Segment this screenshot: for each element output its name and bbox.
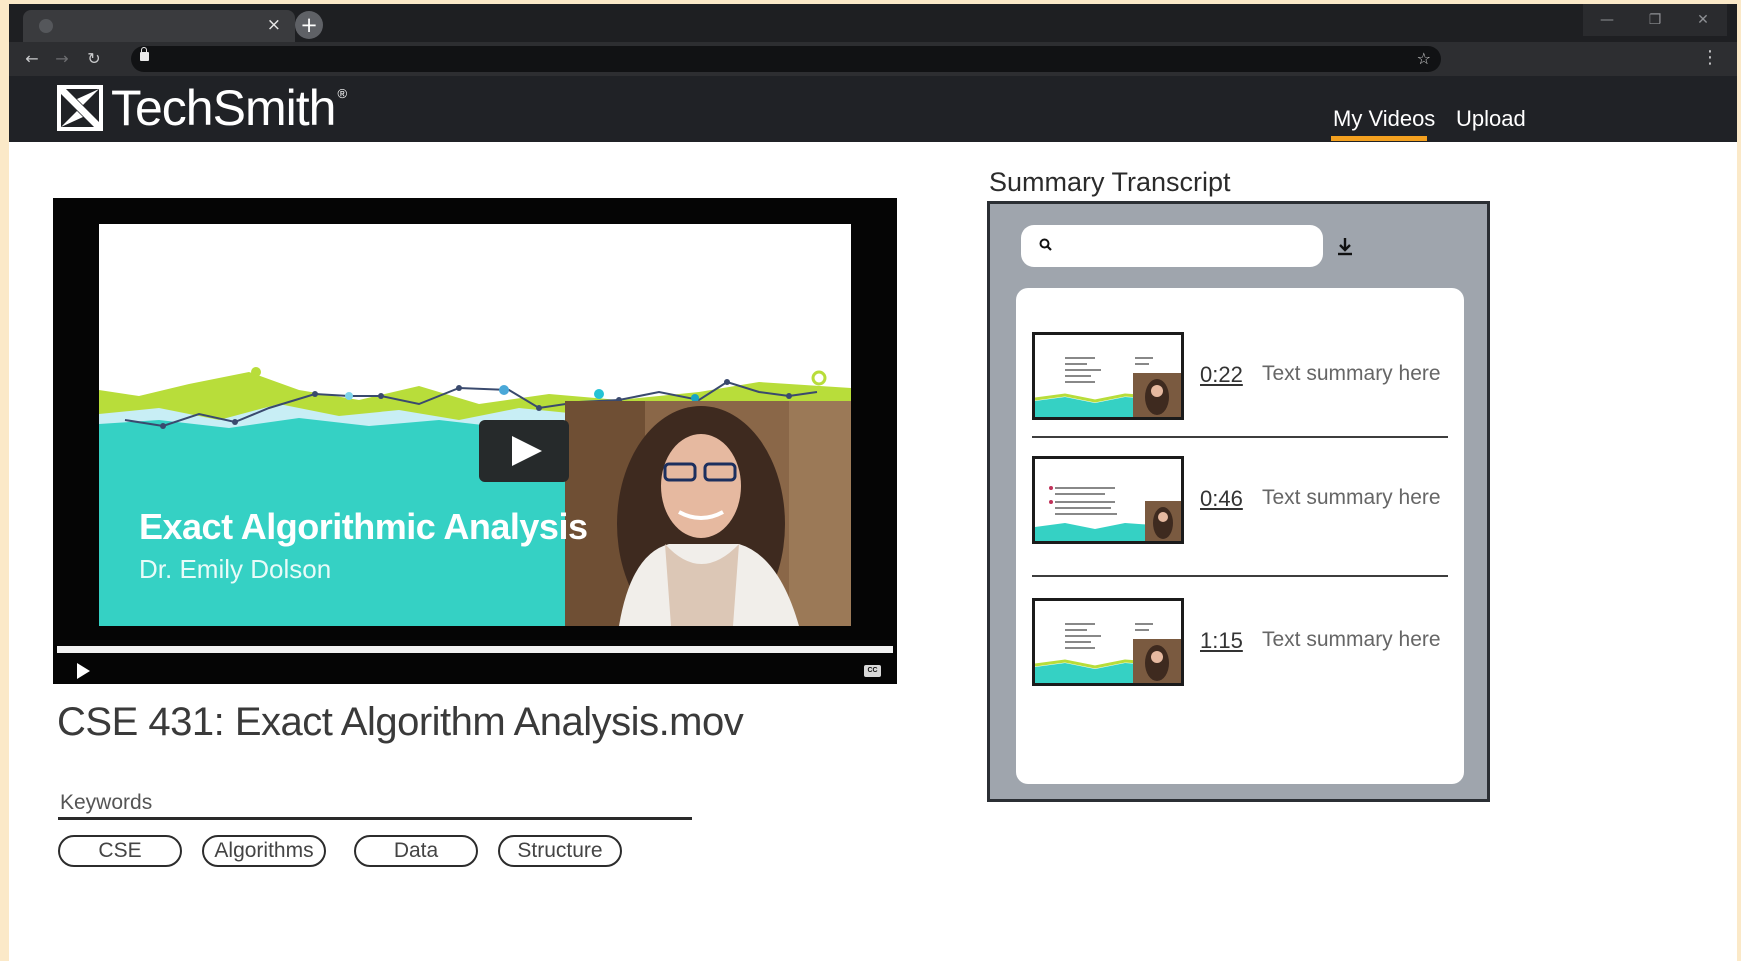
reload-icon[interactable]: ↻ — [83, 48, 105, 70]
slide-thumbnail-graphic — [1035, 335, 1181, 417]
transcript-divider — [1032, 436, 1448, 438]
browser-menu-icon[interactable]: ⋮ — [1701, 47, 1719, 68]
keyword-tag-data[interactable]: Data — [354, 835, 478, 867]
bookmark-star-icon[interactable]: ☆ — [1417, 49, 1431, 69]
nav-my-videos[interactable]: My Videos — [1333, 106, 1435, 132]
slide-subtitle: Dr. Emily Dolson — [139, 554, 332, 584]
slide-title: Exact Algorithmic Analysis — [139, 506, 588, 547]
transcript-list: 0:22 Text summary here 0:46 Text summary… — [1016, 288, 1464, 784]
browser-toolbar: ← → ↻ ☆ ⋮ — [9, 42, 1737, 76]
tab-bar: × + — ❐ ✕ — [9, 4, 1737, 42]
video-title: CSE 431: Exact Algorithm Analysis.mov — [57, 700, 744, 744]
browser-window: × + — ❐ ✕ ← → ↻ ☆ ⋮ TechSmith ® My Video… — [9, 4, 1737, 961]
back-arrow-icon[interactable]: ← — [21, 48, 43, 70]
play-icon[interactable] — [77, 663, 90, 679]
summary-transcript-panel: 0:22 Text summary here 0:46 Text summary… — [987, 201, 1490, 802]
maximize-icon[interactable]: ❐ — [1631, 4, 1679, 36]
techsmith-logo[interactable]: TechSmith ® — [57, 82, 347, 134]
close-tab-button[interactable]: × — [267, 15, 281, 35]
big-play-button[interactable] — [479, 420, 569, 482]
transcript-item[interactable]: 0:46 Text summary here — [1032, 456, 1448, 546]
transcript-thumbnail[interactable] — [1032, 598, 1184, 686]
video-player[interactable]: Exact Algorithmic Analysis Dr. Emily Dol… — [53, 198, 897, 684]
keyword-tag-structure[interactable]: Structure — [498, 835, 622, 867]
transcript-item[interactable]: 0:22 Text summary here — [1032, 332, 1448, 422]
brand-name: TechSmith — [111, 80, 336, 136]
transcript-search-box[interactable] — [1021, 225, 1323, 267]
transcript-timestamp[interactable]: 0:22 — [1200, 362, 1243, 388]
browser-tab[interactable]: × — [23, 10, 295, 42]
transcript-timestamp[interactable]: 0:46 — [1200, 486, 1243, 512]
minimize-icon[interactable]: — — [1583, 4, 1631, 36]
slide-thumbnail-graphic — [1035, 459, 1181, 541]
address-bar[interactable]: ☆ — [131, 46, 1441, 72]
closed-captions-button[interactable]: CC — [864, 665, 881, 677]
favicon-icon — [39, 19, 53, 33]
site-header: TechSmith ® My Videos Upload — [9, 76, 1737, 142]
transcript-search-input[interactable] — [1065, 232, 1305, 260]
keywords-label: Keywords — [60, 791, 153, 814]
transcript-thumbnail[interactable] — [1032, 332, 1184, 420]
download-icon[interactable] — [1336, 236, 1354, 256]
transcript-timestamp[interactable]: 1:15 — [1200, 628, 1243, 654]
keyword-tag-algorithms[interactable]: Algorithms — [202, 835, 326, 867]
lock-icon — [140, 47, 149, 61]
transcript-item[interactable]: 1:15 Text summary here — [1032, 598, 1448, 688]
nav-upload[interactable]: Upload — [1456, 106, 1526, 132]
summary-transcript-heading: Summary Transcript — [989, 167, 1231, 197]
keyword-tag-cse[interactable]: CSE — [58, 835, 182, 867]
video-frame[interactable]: Exact Algorithmic Analysis Dr. Emily Dol… — [99, 224, 851, 626]
slide-thumbnail-graphic — [1035, 601, 1181, 683]
transcript-summary-text: Text summary here — [1262, 362, 1441, 385]
registered-mark: ® — [337, 86, 348, 101]
video-progress-bar[interactable] — [57, 646, 893, 653]
techsmith-logo-mark-icon — [57, 85, 103, 131]
transcript-summary-text: Text summary here — [1262, 486, 1441, 509]
keywords-divider — [58, 817, 692, 820]
window-close-icon[interactable]: ✕ — [1679, 4, 1727, 36]
active-nav-indicator — [1331, 136, 1427, 141]
new-tab-button[interactable]: + — [295, 11, 323, 39]
forward-arrow-icon[interactable]: → — [51, 48, 73, 70]
search-icon — [1039, 238, 1052, 251]
transcript-thumbnail[interactable] — [1032, 456, 1184, 544]
transcript-divider — [1032, 575, 1448, 577]
transcript-summary-text: Text summary here — [1262, 628, 1441, 651]
